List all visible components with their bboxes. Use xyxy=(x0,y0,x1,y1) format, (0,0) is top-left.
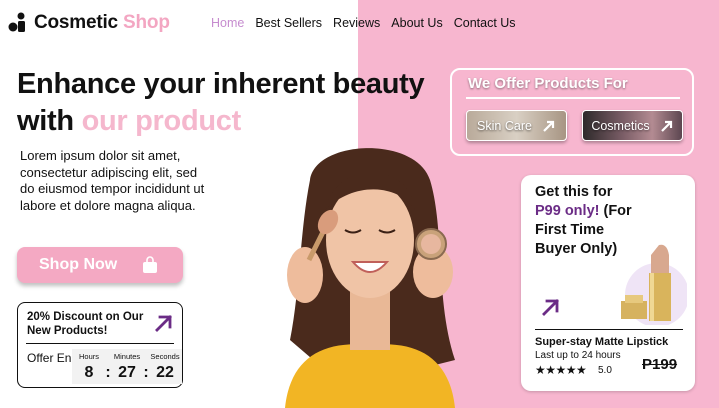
timer-labels: Hours Minutes Seconds xyxy=(73,352,181,361)
skin-care-label: Skin Care xyxy=(477,118,532,133)
product-card[interactable]: Get this for P99 only! (For First Time B… xyxy=(521,175,695,391)
product-subtitle: Last up to 24 hours xyxy=(535,350,621,361)
shop-now-button[interactable]: Shop Now xyxy=(17,247,183,283)
brand-name: Cosmetic Shop xyxy=(34,12,170,33)
shop-now-label: Shop Now xyxy=(39,256,118,273)
arrow-up-right-icon xyxy=(660,120,672,132)
shopping-bag-icon xyxy=(143,256,158,273)
timer-values: 8 : 27 : 22 xyxy=(73,364,181,382)
lipstick-image xyxy=(621,244,687,325)
minutes-value: 27 xyxy=(118,364,136,381)
divider xyxy=(466,97,680,99)
star-rating-icon: ★★★★★ xyxy=(535,363,587,377)
nav-contact-us[interactable]: Contact Us xyxy=(454,16,516,30)
seconds-label: Seconds xyxy=(150,352,180,361)
hero-title: Enhance your inherent beauty with our pr… xyxy=(17,68,425,137)
arrow-up-right-icon[interactable] xyxy=(541,297,561,317)
offer-price: P99 only! xyxy=(535,203,600,219)
logo[interactable]: Cosmetic Shop xyxy=(8,12,170,34)
nav-home[interactable]: Home xyxy=(211,16,244,30)
hours-value: 8 xyxy=(84,364,94,381)
timer-separator: : xyxy=(143,364,149,381)
hero-title-accent: our product xyxy=(81,105,242,137)
compact-mirror-icon xyxy=(8,12,25,32)
divider xyxy=(535,329,683,330)
timer-separator: : xyxy=(105,364,111,381)
divider xyxy=(26,343,174,344)
model-photo xyxy=(285,148,455,408)
rating-value: 5.0 xyxy=(598,365,612,376)
seconds-value: 22 xyxy=(156,364,174,381)
hours-label: Hours xyxy=(78,352,99,361)
nav-about-us[interactable]: About Us xyxy=(391,16,442,30)
brand-accent: Shop xyxy=(123,12,170,33)
nav-reviews[interactable]: Reviews xyxy=(333,16,380,30)
discount-card[interactable]: 20% Discount on Our New Products! Offer … xyxy=(17,302,183,388)
minutes-label: Minutes xyxy=(113,352,141,361)
skin-care-button[interactable]: Skin Care xyxy=(466,110,567,141)
old-price: P199 xyxy=(642,356,678,373)
arrow-up-right-icon[interactable] xyxy=(154,313,174,333)
main-nav: Home Best Sellers Reviews About Us Conta… xyxy=(211,16,516,30)
cosmetics-button[interactable]: Cosmetics xyxy=(582,110,683,141)
discount-title: 20% Discount on Our New Products! xyxy=(27,311,144,337)
hero-description: Lorem ipsum dolor sit amet, consectetur … xyxy=(20,148,205,213)
offer-panel: We Offer Products For Skin Care Cosmetic… xyxy=(450,68,694,156)
cosmetics-label: Cosmetics xyxy=(591,118,650,133)
nav-best-sellers[interactable]: Best Sellers xyxy=(255,16,322,30)
arrow-up-right-icon xyxy=(543,120,555,132)
product-name: Super-stay Matte Lipstick xyxy=(535,336,669,348)
offer-title: We Offer Products For xyxy=(468,75,628,92)
